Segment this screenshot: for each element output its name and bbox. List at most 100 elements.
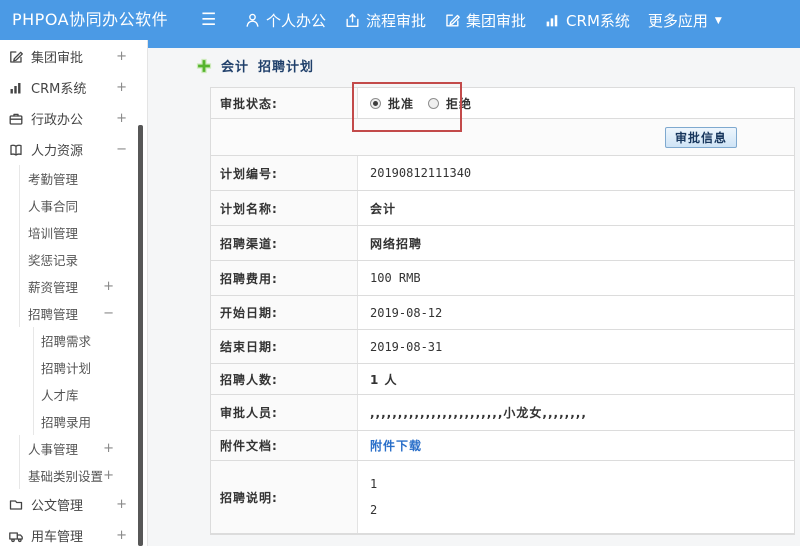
sidebar-item-label: 人才库 <box>41 388 79 403</box>
plus-icon <box>196 58 212 74</box>
sidebar-menu: 集团审批 + CRM系统 + 行政办公 + 人力资源 − 考勤管理人事合同 培训管理奖惩记录薪资管… <box>0 40 147 546</box>
nav-item-label: 集团审批 <box>466 11 527 30</box>
radio-label: 拒绝 <box>446 96 473 111</box>
hamburger-menu-icon[interactable]: ☰ <box>201 0 216 40</box>
doc-icon <box>8 497 24 513</box>
form-row-recruit-count: 招聘人数: 1 人 <box>211 364 794 395</box>
field-value-plan-number: 20190812111340 <box>358 156 794 190</box>
attachment-download-link[interactable]: 附件下载 <box>370 437 422 454</box>
field-value-approvers: ,,,,,,,,,,,,,,,,,,,,,,,,小龙女,,,,,,,, <box>358 395 794 430</box>
sidebar-item-label: 招聘需求 <box>41 334 92 349</box>
main-content: 会计 招聘计划 审批状态: 批准 拒绝 审批信息 计划编号: 20190812111340… <box>148 48 800 546</box>
sidebar-item-reward-punish[interactable]: 奖惩记录 <box>19 246 147 273</box>
truck-icon <box>8 528 24 544</box>
sidebar-item-training-mgmt[interactable]: 培训管理 <box>19 219 147 246</box>
field-label-recruit-count: 招聘人数: <box>211 364 358 394</box>
chart-icon <box>544 12 561 29</box>
sidebar-item-recruit-demand[interactable]: 招聘需求 <box>33 327 147 354</box>
nav-item-label: 流程审批 <box>366 11 427 30</box>
sidebar-scrollbar-thumb[interactable] <box>138 125 143 546</box>
nav-item-group-approval[interactable]: 集团审批 <box>444 0 526 40</box>
app-logo: PHPOA协同办公软件 <box>12 10 169 29</box>
expander-plus-icon[interactable]: + <box>116 49 127 64</box>
sidebar-item-recruit-hire[interactable]: 招聘录用 <box>33 408 147 435</box>
sidebar-item-label: 招聘录用 <box>41 415 92 430</box>
form-row-approvers: 审批人员: ,,,,,,,,,,,,,,,,,,,,,,,,小龙女,,,,,,,, <box>211 395 794 431</box>
form-row-attachment: 附件文档: 附件下载 <box>211 431 794 461</box>
sidebar-item-label: CRM系统 <box>31 82 87 97</box>
approval-status-radios: 批准 拒绝 <box>370 95 486 112</box>
sidebar-item-personnel-mgmt[interactable]: 人事管理 + <box>19 435 147 462</box>
field-label-recruit-description: 招聘说明: <box>211 461 358 533</box>
field-label-approvers: 审批人员: <box>211 395 358 430</box>
nav-item-more-apps[interactable]: 更多应用 ▼ <box>648 0 722 40</box>
field-value-recruit-description: 12 <box>358 461 794 533</box>
field-label-attachment: 附件文档: <box>211 431 358 460</box>
top-navigation: 个人办公 流程审批 集团审批 CRM系统 更多应用 ▼ <box>244 0 740 40</box>
form-row-recruit-description: 招聘说明: 1 2 <box>211 461 794 534</box>
book-icon <box>8 142 24 158</box>
expander-plus-icon[interactable]: + <box>116 528 127 543</box>
sidebar-item-recruit-plan[interactable]: 招聘计划 <box>33 354 147 381</box>
sidebar-item-human-resources[interactable]: 人力资源 − <box>0 134 147 165</box>
expander-plus-icon[interactable]: + <box>116 497 127 512</box>
sidebar-item-salary-mgmt[interactable]: 薪资管理 + <box>19 273 147 300</box>
sidebar-item-label: 集团审批 <box>31 51 84 66</box>
form-row-recruit-cost: 招聘费用: 100 RMB <box>211 261 794 296</box>
field-label-plan-number: 计划编号: <box>211 156 358 190</box>
sidebar-item-vehicle-mgmt[interactable]: 用车管理 + <box>0 520 147 546</box>
sidebar-item-admin-office[interactable]: 行政办公 + <box>0 103 147 134</box>
expander-plus-icon[interactable]: + <box>103 468 114 483</box>
sidebar-item-label: 薪资管理 <box>28 280 79 295</box>
caret-down-icon: ▼ <box>714 16 722 26</box>
form-row-start-date: 开始日期: 2019-08-12 <box>211 296 794 330</box>
sidebar-item-hr-contract[interactable]: 人事合同 <box>19 192 147 219</box>
sidebar-item-base-category[interactable]: 基础类别设置 + <box>19 462 147 489</box>
expander-minus-icon[interactable]: − <box>116 142 127 157</box>
sidebar-item-group-approval[interactable]: 集团审批 + <box>0 41 147 72</box>
field-label-recruit-cost: 招聘费用: <box>211 261 358 295</box>
sidebar-item-attendance-mgmt[interactable]: 考勤管理 <box>19 165 147 192</box>
sidebar-item-label: 考勤管理 <box>28 172 79 187</box>
nav-item-process-approval[interactable]: 流程审批 <box>344 0 426 40</box>
field-value-recruit-channel: 网络招聘 <box>358 226 794 260</box>
field-label-approval-status: 审批状态: <box>211 88 358 118</box>
expander-plus-icon[interactable]: + <box>116 80 127 95</box>
field-label-plan-name: 计划名称: <box>211 191 358 225</box>
sidebar-item-label: 用车管理 <box>31 530 84 545</box>
edit-icon <box>444 12 461 29</box>
chart-icon <box>8 80 24 96</box>
radio-option-批准[interactable]: 批准 <box>370 95 414 112</box>
field-value-start-date: 2019-08-12 <box>358 296 794 329</box>
description-line-1: 1 <box>370 477 378 491</box>
nav-item-crm-system[interactable]: CRM系统 <box>544 0 630 40</box>
form-row-end-date: 结束日期: 2019-08-31 <box>211 330 794 364</box>
sidebar-item-recruit-mgmt[interactable]: 招聘管理 − <box>19 300 147 327</box>
radio-option-拒绝[interactable]: 拒绝 <box>428 95 472 112</box>
sidebar-item-label: 奖惩记录 <box>28 253 79 268</box>
form-row-approval-status: 审批状态: 批准 拒绝 <box>211 88 794 119</box>
expander-minus-icon[interactable]: − <box>103 306 114 321</box>
sidebar-item-document-mgmt[interactable]: 公文管理 + <box>0 489 147 520</box>
expander-plus-icon[interactable]: + <box>116 111 127 126</box>
page-title-doc: 会计 <box>221 60 250 75</box>
nav-item-personal-office[interactable]: 个人办公 <box>244 0 326 40</box>
form-row-plan-number: 计划编号: 20190812111340 <box>211 156 794 191</box>
sidebar-item-crm-system[interactable]: CRM系统 + <box>0 72 147 103</box>
nav-item-label: 更多应用 <box>647 11 708 30</box>
nav-item-label: CRM系统 <box>566 11 630 30</box>
field-value-end-date: 2019-08-31 <box>358 330 794 363</box>
sidebar-item-talent-pool[interactable]: 人才库 <box>33 381 147 408</box>
sidebar-item-label: 行政办公 <box>31 113 84 128</box>
form-row-recruit-channel: 招聘渠道: 网络招聘 <box>211 226 794 261</box>
sidebar-item-label: 招聘计划 <box>41 361 92 376</box>
expander-plus-icon[interactable]: + <box>103 279 114 294</box>
approval-form-table: 审批状态: 批准 拒绝 审批信息 计划编号: 20190812111340 计划名称: 会计招… <box>210 87 795 535</box>
expander-plus-icon[interactable]: + <box>103 441 114 456</box>
sidebar-item-label: 人力资源 <box>31 144 84 159</box>
top-header-bar: PHPOA协同办公软件 ☰ 个人办公 流程审批 集团审批 CRM系统 更多应用 ▼ <box>0 0 800 40</box>
radio-checked-icon[interactable] <box>370 97 381 109</box>
field-value-plan-name: 会计 <box>358 191 794 225</box>
approval-info-button[interactable]: 审批信息 <box>664 126 737 148</box>
radio-unchecked-icon[interactable] <box>428 97 440 109</box>
